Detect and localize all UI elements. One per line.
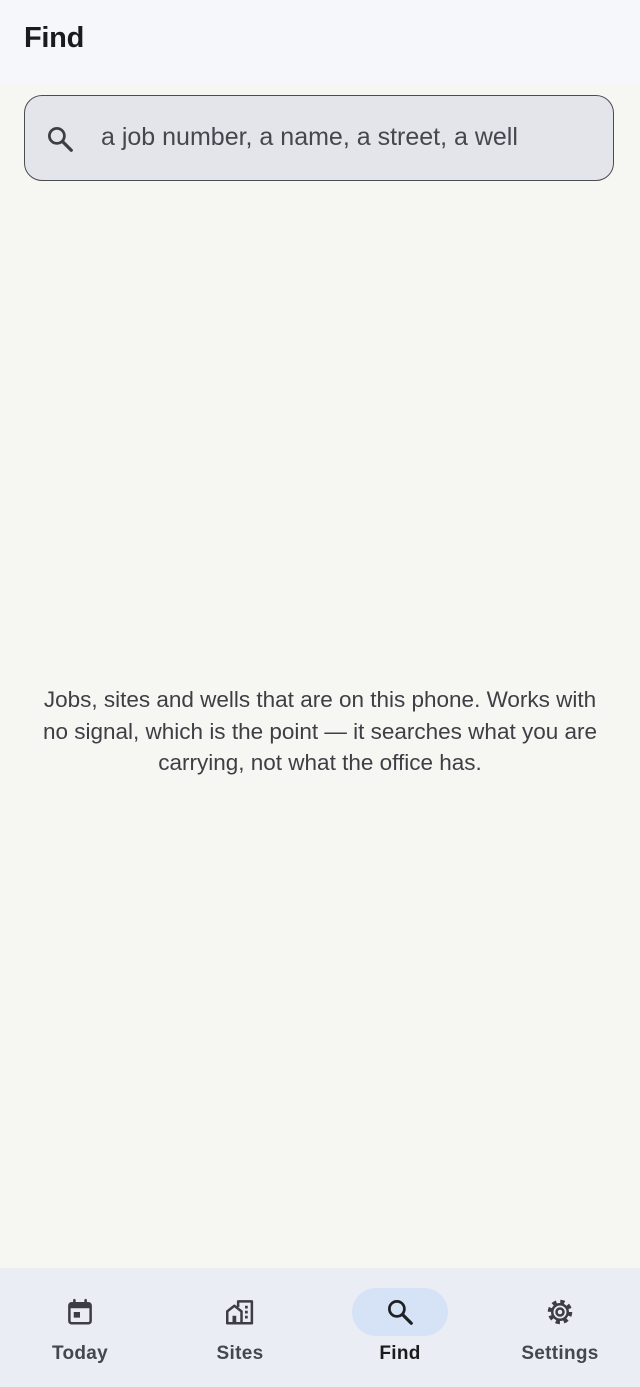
nav-label-find: Find [379,1343,421,1364]
page-title: Find [24,22,85,54]
search-icon [48,127,73,152]
buildings-icon [226,1300,254,1325]
calendar-icon [68,1298,92,1325]
nav-item-settings[interactable]: Settings [480,1268,640,1387]
search-input[interactable] [101,96,591,179]
nav-label-today: Today [51,1343,109,1364]
bottom-navigation: Today Sites Find Settings [0,1268,640,1387]
nav-item-find[interactable]: Find [320,1268,480,1387]
search-bar[interactable] [24,95,614,181]
nav-item-today[interactable]: Today [0,1268,160,1387]
nav-item-sites[interactable]: Sites [160,1268,320,1387]
empty-state-message: Jobs, sites and wells that are on this p… [42,687,598,775]
nav-label-sites: Sites [216,1343,264,1364]
nav-label-settings: Settings [521,1343,599,1364]
app-bar: Find [0,0,640,84]
gear-icon [547,1299,573,1325]
search-icon [388,1300,413,1325]
